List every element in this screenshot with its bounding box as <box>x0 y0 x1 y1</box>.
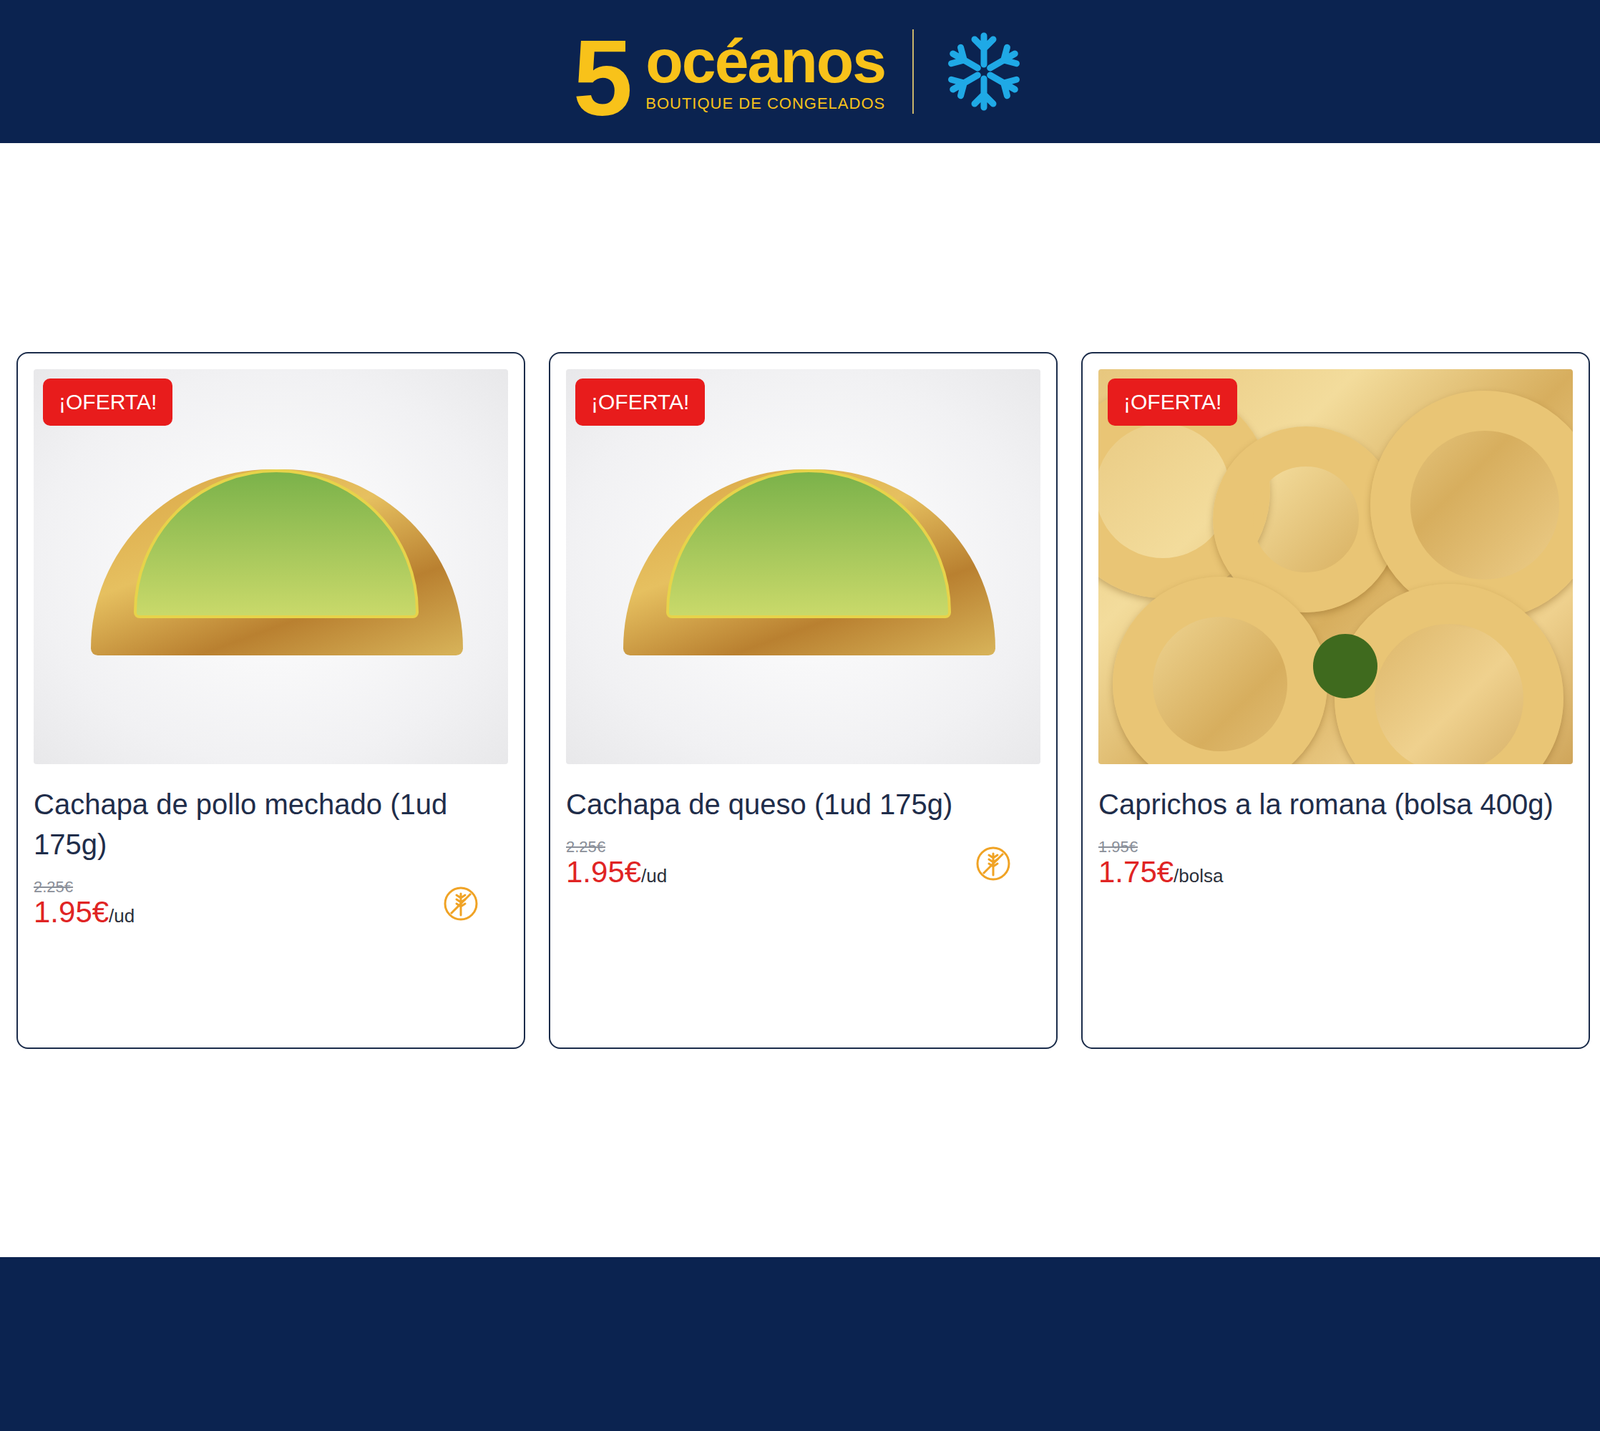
product-photo[interactable] <box>1098 369 1573 765</box>
product-title[interactable]: Cachapa de queso (1ud 175g) <box>566 784 1041 825</box>
product-card[interactable]: ¡OFERTA! Caprichos a la romana (bolsa 400… <box>1081 352 1590 1050</box>
old-price: 1.95€ <box>1098 838 1224 856</box>
product-title[interactable]: Cachapa de pollo mechado (1ud 175g) <box>33 784 509 865</box>
logo-text: océanosBOUTIQUE DE CONGELADOS <box>645 30 886 114</box>
old-price: 2.25€ <box>33 878 135 896</box>
current-price: 1.95€/ud <box>566 855 667 889</box>
ring-shape <box>1370 390 1573 620</box>
logo-digit: 5 <box>573 11 633 132</box>
current-price: 1.75€/bolsa <box>1098 855 1224 889</box>
gluten-free-icon <box>442 885 480 923</box>
logo[interactable]: 5océanosBOUTIQUE DE CONGELADOS <box>573 11 1027 132</box>
offer-badge: ¡OFERTA! <box>1107 378 1238 426</box>
unit: /ud <box>108 905 135 927</box>
snowflake-icon <box>940 28 1027 115</box>
product-photo[interactable] <box>566 369 1041 765</box>
logo-separator <box>912 29 914 114</box>
offer-badge: ¡OFERTA! <box>575 378 705 426</box>
offer-badge: ¡OFERTA! <box>42 378 173 426</box>
price-block: 1.95€1.75€/bolsa <box>1098 838 1224 889</box>
unit: /bolsa <box>1173 865 1223 887</box>
package-label <box>666 469 951 619</box>
package-label <box>133 469 419 619</box>
product-card[interactable]: ¡OFERTA! Cachapa de queso (1ud 175g) 2.25€… <box>548 352 1058 1050</box>
product-title[interactable]: Caprichos a la romana (bolsa 400g) <box>1098 784 1573 825</box>
site-header: 5océanosBOUTIQUE DE CONGELADOS <box>0 0 1600 144</box>
product-grid: ¡OFERTA! Cachapa de pollo mechado (1ud 17… <box>16 352 1590 1050</box>
old-price: 2.25€ <box>566 838 667 856</box>
product-photo[interactable] <box>33 369 509 765</box>
price: 1.95€ <box>566 855 642 889</box>
site-footer <box>0 1257 1600 1431</box>
price-block: 2.25€1.95€/ud <box>33 878 135 929</box>
parsley-shape <box>1313 633 1378 699</box>
logo-word: océanos <box>645 30 886 92</box>
price-block: 2.25€1.95€/ud <box>566 838 667 889</box>
product-card[interactable]: ¡OFERTA! Cachapa de pollo mechado (1ud 17… <box>16 352 526 1050</box>
logo-tagline: BOUTIQUE DE CONGELADOS <box>645 94 886 114</box>
price: 1.95€ <box>33 895 109 929</box>
unit: /ud <box>641 865 667 887</box>
price-row: 2.25€1.95€/ud <box>566 838 1041 889</box>
price: 1.75€ <box>1098 855 1174 889</box>
gluten-free-icon <box>974 845 1012 883</box>
price-row: 2.25€1.95€/ud <box>33 878 509 929</box>
price-row: 1.95€1.75€/bolsa <box>1098 838 1573 889</box>
current-price: 1.95€/ud <box>33 895 135 929</box>
